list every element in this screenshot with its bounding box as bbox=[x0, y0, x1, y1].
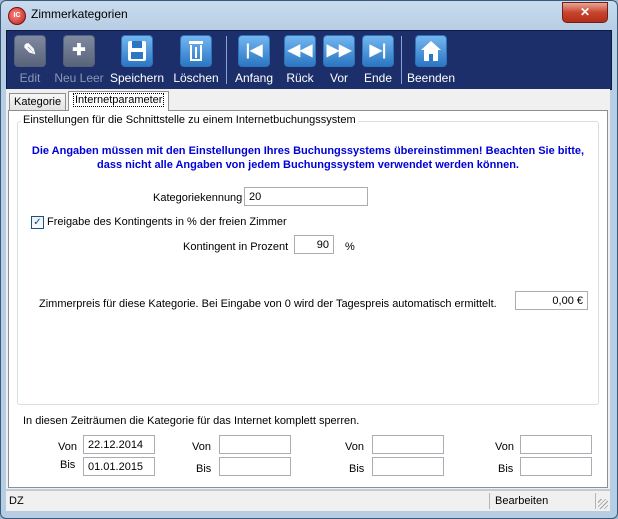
period1-bis-input[interactable]: 01.01.2015 bbox=[83, 457, 155, 476]
close-button[interactable]: ✕ bbox=[562, 2, 608, 23]
close-icon: ✕ bbox=[579, 5, 591, 19]
kategoriekennung-label: Kategoriekennung bbox=[153, 192, 243, 204]
freigabe-checkbox[interactable]: ✓ bbox=[31, 216, 44, 229]
period4-von-input[interactable] bbox=[520, 435, 592, 454]
internetparameter-panel: Einstellungen für die Schnittstelle zu e… bbox=[8, 110, 608, 488]
group-title: Einstellungen für die Schnittstelle zu e… bbox=[21, 114, 358, 126]
rueck-button[interactable]: ◀◀ Rück bbox=[281, 33, 319, 87]
vor-button[interactable]: ▶▶ Vor bbox=[320, 33, 358, 87]
ende-button[interactable]: ▶| Ende bbox=[359, 33, 397, 87]
kontingent-label: Kontingent in Prozent bbox=[183, 241, 289, 253]
zimmerpreis-input[interactable]: 0,00 € bbox=[515, 291, 588, 310]
period4-bis-input[interactable] bbox=[520, 457, 592, 476]
kontingent-unit: % bbox=[345, 241, 355, 253]
loeschen-button[interactable]: Löschen bbox=[171, 33, 221, 87]
tab-internetparameter[interactable]: Internetparameter bbox=[68, 91, 170, 111]
kategoriekennung-input[interactable]: 20 bbox=[244, 187, 368, 206]
first-record-icon: |◀ bbox=[238, 35, 270, 67]
zimmerpreis-label: Zimmerpreis für diese Kategorie. Bei Ein… bbox=[39, 298, 497, 310]
edit-button[interactable]: ✎ Edit bbox=[11, 33, 49, 87]
period2-bis-input[interactable] bbox=[219, 457, 291, 476]
content-area: Kategorie Internetparameter Einstellunge… bbox=[6, 89, 610, 489]
status-mode: Bearbeiten bbox=[492, 493, 596, 509]
status-left: DZ bbox=[6, 493, 490, 509]
von-label: Von bbox=[58, 441, 77, 453]
kontingent-input[interactable]: 90 bbox=[294, 235, 334, 254]
von-label: Von bbox=[192, 441, 211, 453]
tab-kategorie[interactable]: Kategorie bbox=[9, 93, 67, 110]
edit-icon: ✎ bbox=[14, 35, 46, 67]
warning-text-line1: Die Angaben müssen mit den Einstellungen… bbox=[31, 145, 585, 157]
home-icon bbox=[415, 35, 447, 67]
bis-label: Bis bbox=[498, 463, 514, 475]
save-icon bbox=[121, 35, 153, 67]
bis-label: Bis bbox=[60, 459, 76, 471]
beenden-button[interactable]: Beenden bbox=[406, 33, 456, 87]
neu-leer-button[interactable]: ✚ Neu Leer bbox=[53, 33, 105, 87]
anfang-button[interactable]: |◀ Anfang bbox=[231, 33, 277, 87]
period3-bis-input[interactable] bbox=[372, 457, 444, 476]
main-window: IC Zimmerkategorien ✕ ✎ Edit ✚ Neu Leer … bbox=[0, 0, 618, 519]
title-bar[interactable]: IC Zimmerkategorien ✕ bbox=[1, 1, 617, 29]
von-label: Von bbox=[495, 441, 514, 453]
toolbar: ✎ Edit ✚ Neu Leer Speichern Löschen |◀ A… bbox=[6, 30, 612, 90]
von-label: Von bbox=[345, 441, 364, 453]
next-record-icon: ▶▶ bbox=[323, 35, 355, 67]
bis-label: Bis bbox=[349, 463, 365, 475]
app-logo-icon: IC bbox=[8, 7, 26, 25]
period3-von-input[interactable] bbox=[372, 435, 444, 454]
window-title: Zimmerkategorien bbox=[31, 7, 128, 21]
last-record-icon: ▶| bbox=[362, 35, 394, 67]
speichern-button[interactable]: Speichern bbox=[109, 33, 165, 87]
status-bar: DZ Bearbeiten bbox=[6, 490, 610, 511]
warning-text-line2: dass nicht alle Angaben von jedem Buchun… bbox=[97, 159, 519, 171]
trash-icon bbox=[180, 35, 212, 67]
toolbar-separator bbox=[226, 36, 227, 84]
previous-record-icon: ◀◀ bbox=[284, 35, 316, 67]
period1-von-input[interactable]: 22.12.2014 bbox=[83, 435, 155, 454]
resize-grip[interactable] bbox=[598, 499, 608, 509]
period2-von-input[interactable] bbox=[219, 435, 291, 454]
sperren-title: In diesen Zeiträumen die Kategorie für d… bbox=[23, 415, 360, 427]
bis-label: Bis bbox=[196, 463, 212, 475]
toolbar-separator bbox=[401, 36, 402, 84]
freigabe-label: Freigabe des Kontingents in % der freien… bbox=[47, 216, 287, 228]
new-document-icon: ✚ bbox=[63, 35, 95, 67]
